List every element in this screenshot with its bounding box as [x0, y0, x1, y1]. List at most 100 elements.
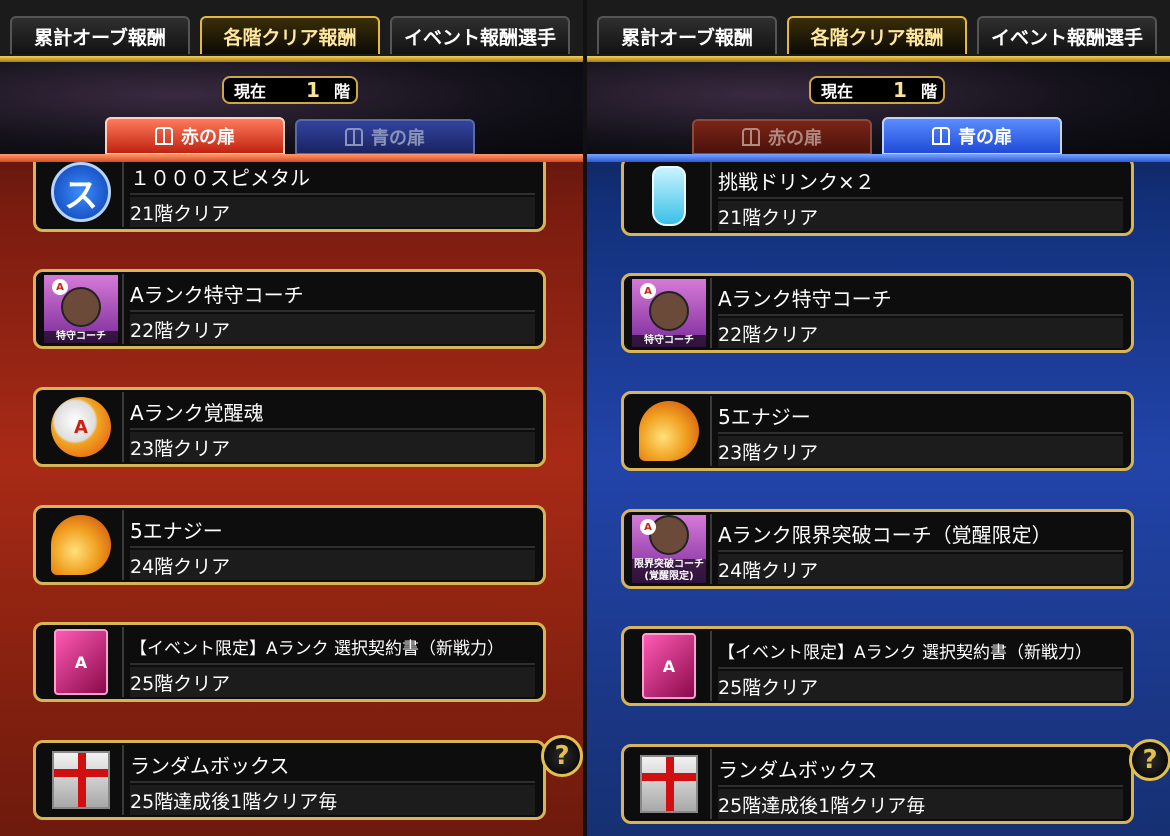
current-floor-indicator: 現在 1 階: [222, 76, 358, 104]
reward-name: 【イベント限定】Aランク 選択契約書（新戦力）: [130, 629, 535, 665]
reward-condition: 23階クリア: [130, 432, 535, 462]
floor-label: 現在: [234, 82, 267, 101]
reward-thumb: A 特守コーチ: [628, 278, 712, 348]
red-door-label: 赤の扉: [181, 127, 235, 148]
door-icon: [932, 127, 950, 145]
reward-item: A 【イベント限定】Aランク 選択契約書（新戦力） 25階クリア: [621, 626, 1134, 706]
reward-condition: 25階達成後1階クリア毎: [130, 785, 535, 815]
reward-name: １０００スピメタル: [130, 162, 535, 195]
rank-a-badge: A: [640, 519, 656, 535]
red-door-label: 赤の扉: [768, 128, 822, 149]
reward-tabs: 累計オーブ報酬 各階クリア報酬 イベント報酬選手: [587, 0, 1170, 58]
floor-value: 1: [893, 78, 907, 102]
coach-face: [649, 291, 689, 331]
reward-thumb: [40, 510, 124, 580]
reward-thumb: A: [628, 631, 712, 701]
reward-name: ランダムボックス: [718, 751, 1123, 787]
coach-caption: 限界突破コーチ (覚醒限定): [632, 559, 706, 583]
reward-thumb: A: [40, 392, 124, 462]
floor-label: 現在: [821, 82, 854, 101]
tab-floor-clear-reward[interactable]: 各階クリア報酬: [787, 16, 967, 54]
door-strip: [0, 154, 583, 162]
reward-item: 5エナジー 23階クリア: [621, 391, 1134, 471]
reward-name: ランダムボックス: [130, 747, 535, 783]
awakening-soul-icon: A: [51, 397, 111, 457]
floor-unit: 階: [333, 82, 350, 101]
gift-box-icon: [52, 751, 110, 809]
reward-thumb: [628, 162, 712, 231]
reward-name: 挑戦ドリンク×２: [718, 163, 1123, 199]
red-door-tab[interactable]: 赤の扉: [692, 119, 872, 155]
current-floor-indicator: 現在 1 階: [809, 76, 945, 104]
reward-tabs: 累計オーブ報酬 各階クリア報酬 イベント報酬選手: [0, 0, 583, 58]
reward-item: 挑戦ドリンク×２ 21階クリア: [621, 162, 1134, 236]
door-icon: [742, 128, 760, 146]
reward-name: 5エナジー: [718, 398, 1123, 434]
tab-event-reward-player[interactable]: イベント報酬選手: [977, 16, 1157, 54]
reward-list[interactable]: 挑戦ドリンク×２ 21階クリア A 特守コーチ Aランク特守コーチ 22階クリア …: [587, 162, 1170, 836]
tab-underline: [0, 56, 583, 62]
blue-door-tab[interactable]: 青の扉: [882, 117, 1062, 155]
coach-caption: 特守コーチ: [44, 331, 118, 343]
tab-event-reward-player[interactable]: イベント報酬選手: [390, 16, 570, 54]
reward-condition: 25階達成後1階クリア毎: [718, 789, 1123, 819]
drink-bottle-icon: [652, 166, 686, 226]
reward-condition: 21階クリア: [718, 201, 1123, 231]
reward-item: ランダムボックス 25階達成後1階クリア毎 ?: [621, 739, 1170, 824]
reward-item: ランダムボックス 25階達成後1階クリア毎 ?: [33, 735, 583, 820]
suu-metal-icon: ス: [51, 162, 111, 222]
energy-icon: [51, 515, 111, 575]
right-panel: 累計オーブ報酬 各階クリア報酬 イベント報酬選手 現在 1 階 赤の扉 青の扉 …: [587, 0, 1170, 836]
reward-condition: 24階クリア: [130, 550, 535, 580]
red-door-tab[interactable]: 赤の扉: [105, 117, 285, 155]
tab-cumulative-orb-reward[interactable]: 累計オーブ報酬: [10, 16, 190, 54]
door-icon: [155, 127, 173, 145]
reward-name: 5エナジー: [130, 512, 535, 548]
coach-icon: A 特守コーチ: [44, 275, 118, 343]
reward-thumb: [40, 745, 124, 815]
coach-caption: 特守コーチ: [632, 335, 706, 347]
rank-a-badge: A: [52, 279, 68, 295]
reward-item: A 特守コーチ Aランク特守コーチ 22階クリア: [33, 269, 546, 349]
reward-thumb: [628, 396, 712, 466]
contract-book-icon: A: [54, 629, 108, 695]
blue-door-label: 青の扉: [958, 127, 1012, 148]
reward-thumb: [628, 749, 712, 819]
coach-icon: A 特守コーチ: [632, 279, 706, 347]
floor-value: 1: [306, 78, 320, 102]
reward-name: 【イベント限定】Aランク 選択契約書（新戦力）: [718, 633, 1123, 669]
tab-cumulative-orb-reward[interactable]: 累計オーブ報酬: [597, 16, 777, 54]
reward-condition: 22階クリア: [130, 314, 535, 344]
reward-name: Aランク限界突破コーチ（覚醒限定）: [718, 516, 1123, 552]
night-sky-background: [587, 55, 1170, 155]
reward-condition: 24階クリア: [718, 554, 1123, 584]
reward-item: A 【イベント限定】Aランク 選択契約書（新戦力） 25階クリア: [33, 622, 546, 702]
reward-condition: 23階クリア: [718, 436, 1123, 466]
reward-condition: 22階クリア: [718, 318, 1123, 348]
coach-face: [61, 287, 101, 327]
door-icon: [345, 128, 363, 146]
blue-door-tab[interactable]: 青の扉: [295, 119, 475, 155]
tab-floor-clear-reward[interactable]: 各階クリア報酬: [200, 16, 380, 54]
reward-list[interactable]: ス １０００スピメタル 21階クリア A 特守コーチ Aランク特守コーチ 22階ク…: [0, 162, 583, 836]
tab-underline: [587, 56, 1170, 62]
reward-condition: 21階クリア: [130, 197, 535, 227]
rank-a-badge: A: [640, 283, 656, 299]
floor-unit: 階: [920, 82, 937, 101]
reward-item: A 限界突破コーチ (覚醒限定) Aランク限界突破コーチ（覚醒限定） 24階クリア: [621, 509, 1134, 589]
reward-thumb: ス: [40, 162, 124, 227]
reward-condition: 25階クリア: [130, 667, 535, 697]
reward-name: Aランク特守コーチ: [130, 276, 535, 312]
contract-book-icon: A: [642, 633, 696, 699]
reward-thumb: A: [40, 627, 124, 697]
help-button[interactable]: ?: [541, 735, 583, 777]
reward-item: A 特守コーチ Aランク特守コーチ 22階クリア: [621, 273, 1134, 353]
coach-face: [649, 515, 689, 555]
energy-icon: [639, 401, 699, 461]
reward-item: A Aランク覚醒魂 23階クリア: [33, 387, 546, 467]
help-button[interactable]: ?: [1129, 739, 1170, 781]
limit-coach-icon: A 限界突破コーチ (覚醒限定): [632, 515, 706, 583]
blue-door-label: 青の扉: [371, 128, 425, 149]
reward-name: Aランク覚醒魂: [130, 394, 535, 430]
door-strip: [587, 154, 1170, 162]
